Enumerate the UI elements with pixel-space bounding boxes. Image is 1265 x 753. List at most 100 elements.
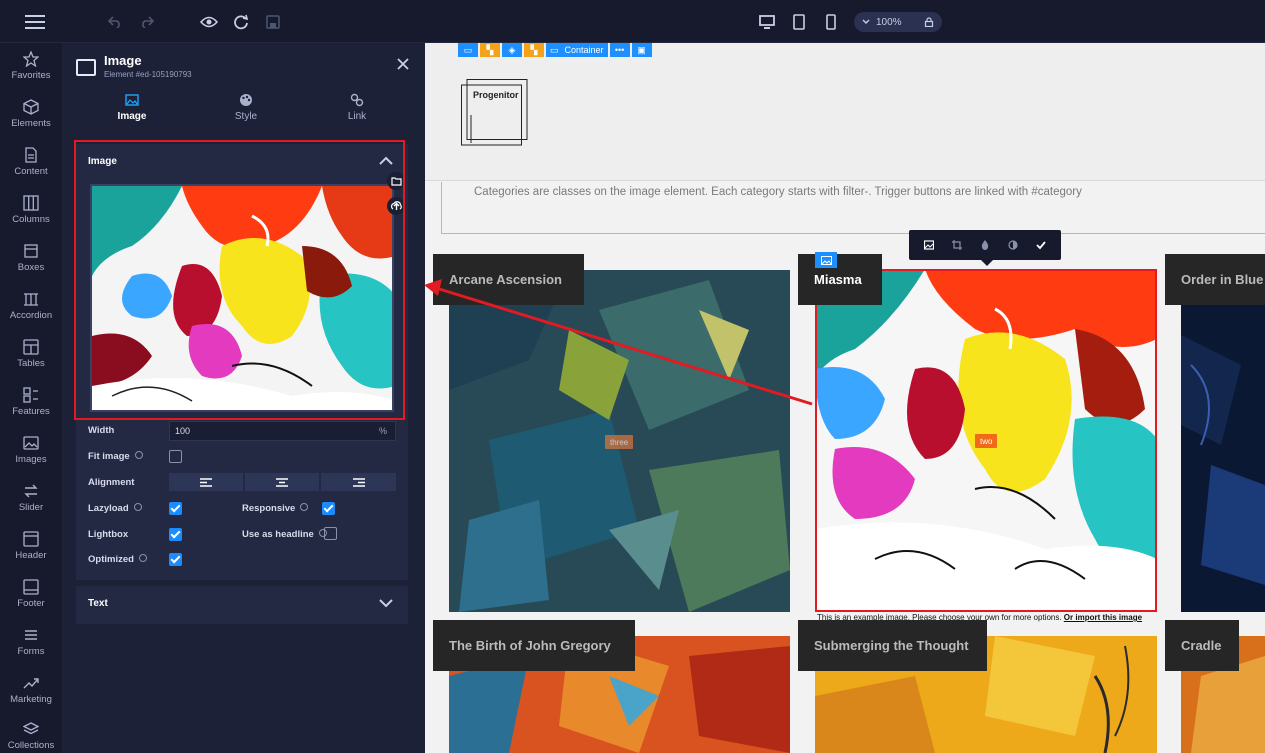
top-toolbar: 100% bbox=[0, 0, 1265, 43]
lazyload-checkbox[interactable] bbox=[169, 502, 182, 515]
optimized-label: Optimized bbox=[88, 554, 147, 565]
tile-title: Arcane Ascension bbox=[433, 254, 584, 305]
align-right-button[interactable] bbox=[321, 473, 396, 491]
width-unit: % bbox=[378, 426, 387, 436]
headline-label: Use as headline bbox=[242, 529, 327, 540]
rail-item-favorites[interactable]: Favorites bbox=[0, 47, 62, 95]
mobile-view-icon[interactable] bbox=[820, 11, 842, 33]
image-element-badge[interactable] bbox=[815, 252, 837, 268]
rail-item-features[interactable]: Features bbox=[0, 383, 62, 431]
hamburger-menu-icon[interactable] bbox=[24, 11, 46, 33]
rail-item-accordion[interactable]: Accordion bbox=[0, 287, 62, 335]
page-canvas: ▭ ▚ ◈ ▚ ▭ Container ••• ▣ Progenitor Cate… bbox=[425, 43, 1265, 753]
tile-title: Miasma bbox=[798, 254, 882, 305]
alignment-label: Alignment bbox=[88, 477, 135, 488]
lock-icon[interactable] bbox=[924, 17, 934, 27]
panel-title: Image bbox=[104, 53, 142, 68]
breadcrumb-column[interactable]: ◈ bbox=[502, 43, 522, 57]
rail-item-images[interactable]: Images bbox=[0, 431, 62, 479]
forms-list-icon bbox=[25, 630, 37, 640]
rail-item-columns[interactable]: Columns bbox=[0, 191, 62, 239]
palette-icon bbox=[240, 94, 252, 106]
align-center-button[interactable] bbox=[245, 473, 319, 491]
logo-text: Progenitor bbox=[473, 90, 519, 100]
tab-image[interactable]: Image bbox=[92, 93, 172, 122]
rail-item-marketing[interactable]: Marketing bbox=[0, 671, 62, 719]
crop-icon[interactable] bbox=[952, 240, 962, 250]
redo-icon[interactable] bbox=[136, 11, 158, 33]
align-left-button[interactable] bbox=[169, 473, 243, 491]
help-icon[interactable] bbox=[138, 554, 147, 563]
rail-item-header[interactable]: Header bbox=[0, 527, 62, 575]
tablet-view-icon[interactable] bbox=[788, 11, 810, 33]
tab-link[interactable]: Link bbox=[317, 93, 397, 122]
breadcrumb-section[interactable]: ▭ bbox=[458, 43, 478, 57]
replace-image-icon[interactable] bbox=[924, 240, 934, 250]
document-icon bbox=[25, 147, 37, 163]
chevron-down-icon[interactable] bbox=[378, 596, 394, 610]
rail-item-content[interactable]: Content bbox=[0, 143, 62, 191]
breadcrumb-row[interactable]: ▚ bbox=[480, 43, 500, 57]
optimized-checkbox[interactable] bbox=[169, 553, 182, 566]
breadcrumb-container[interactable]: ▭ Container bbox=[546, 43, 608, 57]
use-as-headline-checkbox[interactable] bbox=[324, 527, 337, 540]
align-center-icon bbox=[276, 477, 288, 487]
footer-icon bbox=[23, 579, 39, 595]
artwork-image bbox=[1181, 305, 1265, 612]
preview-eye-icon[interactable] bbox=[198, 11, 220, 33]
element-category-rail: Favorites Elements Content Columns Boxes… bbox=[0, 43, 62, 753]
site-header-preview: ▭ ▚ ◈ ▚ ▭ Container ••• ▣ Progenitor bbox=[425, 43, 1265, 181]
columns-icon bbox=[23, 195, 39, 211]
features-icon bbox=[23, 387, 38, 403]
fit-image-checkbox[interactable] bbox=[169, 450, 182, 463]
rail-item-boxes[interactable]: Boxes bbox=[0, 239, 62, 287]
desktop-view-icon[interactable] bbox=[756, 11, 778, 33]
image-quick-toolbar bbox=[909, 230, 1061, 266]
refresh-icon[interactable] bbox=[230, 11, 252, 33]
rail-item-slider[interactable]: Slider bbox=[0, 479, 62, 527]
help-icon[interactable] bbox=[134, 451, 143, 460]
lazyload-label: Lazyload bbox=[88, 503, 142, 514]
fit-image-label: Fit image bbox=[88, 451, 143, 462]
width-value: 100 bbox=[175, 426, 191, 436]
box-icon bbox=[24, 244, 38, 258]
rail-item-tables[interactable]: Tables bbox=[0, 335, 62, 383]
cube-icon bbox=[23, 99, 39, 115]
zoom-level: 100% bbox=[876, 16, 902, 28]
rail-item-footer[interactable]: Footer bbox=[0, 575, 62, 623]
slider-arrows-icon bbox=[24, 484, 38, 498]
gallery-description: Categories are classes on the image elem… bbox=[474, 186, 1082, 198]
tile-title: Order in Blue bbox=[1165, 254, 1265, 305]
tile-title: Submerging the Thought bbox=[798, 620, 987, 671]
width-input[interactable]: 100 % bbox=[169, 421, 396, 441]
rail-item-elements[interactable]: Elements bbox=[0, 95, 62, 143]
tab-style[interactable]: Style bbox=[206, 93, 286, 122]
contrast-icon[interactable] bbox=[1008, 240, 1018, 250]
rail-item-forms[interactable]: Forms bbox=[0, 623, 62, 671]
zoom-control[interactable]: 100% bbox=[854, 12, 942, 32]
rail-item-collections[interactable]: Collections bbox=[0, 717, 62, 753]
undo-icon[interactable] bbox=[104, 11, 126, 33]
image-icon bbox=[125, 94, 139, 106]
text-settings-section[interactable]: Text bbox=[76, 586, 408, 624]
help-icon[interactable] bbox=[300, 503, 309, 512]
breadcrumb-image[interactable]: ▣ bbox=[631, 43, 652, 57]
import-image-link[interactable]: Or import this image bbox=[1064, 613, 1142, 622]
align-left-icon bbox=[200, 477, 212, 487]
breadcrumb-row-2[interactable]: ▚ bbox=[524, 43, 544, 57]
tile-title: Cradle bbox=[1165, 620, 1239, 671]
close-icon[interactable] bbox=[396, 57, 410, 71]
checkmark-icon[interactable] bbox=[1036, 240, 1046, 250]
link-icon bbox=[350, 93, 364, 107]
category-tag: three bbox=[605, 435, 634, 449]
star-icon bbox=[23, 51, 39, 67]
help-icon[interactable] bbox=[133, 503, 142, 512]
gallery-tile-order-in-blue[interactable] bbox=[1181, 305, 1265, 612]
width-label: Width bbox=[88, 425, 115, 436]
header-icon bbox=[23, 531, 39, 547]
more-options-icon[interactable]: ••• bbox=[609, 43, 630, 57]
drop-icon[interactable] bbox=[980, 240, 990, 250]
responsive-checkbox[interactable] bbox=[322, 502, 335, 515]
lightbox-checkbox[interactable] bbox=[169, 528, 182, 541]
save-icon[interactable] bbox=[262, 11, 284, 33]
